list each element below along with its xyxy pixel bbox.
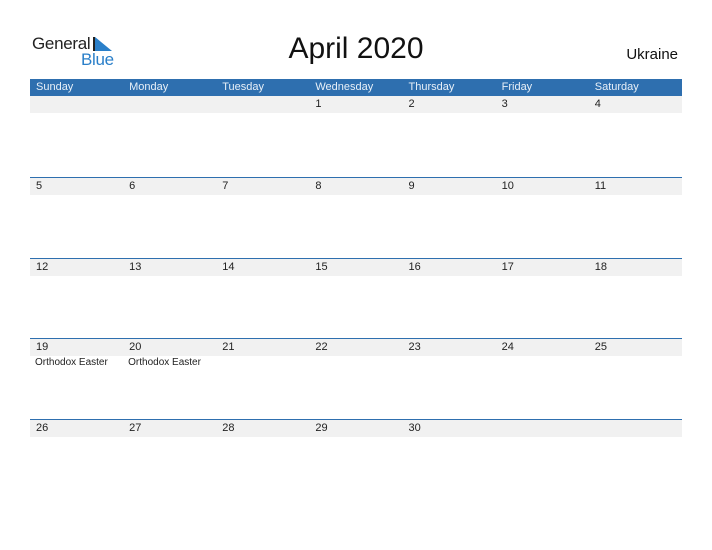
day-number: 3 xyxy=(501,98,508,110)
weekday-sunday: Sunday xyxy=(36,81,74,93)
day-number: 13 xyxy=(129,261,142,273)
day-number: 19 xyxy=(36,341,49,353)
date-band: 5 6 7 8 9 10 11 xyxy=(30,177,682,195)
day-number: 25 xyxy=(594,341,607,353)
date-band: 26 27 28 29 30 xyxy=(30,419,682,437)
day-number: 14 xyxy=(222,261,235,273)
holiday-label: Orthodox Easter xyxy=(35,357,108,368)
day-number: 21 xyxy=(222,341,235,353)
date-band: 1 2 3 4 xyxy=(30,96,682,113)
holiday-label xyxy=(589,356,682,369)
day-number: 5 xyxy=(36,180,43,192)
day-number: 6 xyxy=(129,180,136,192)
day-number xyxy=(589,420,682,437)
country-label: Ukraine xyxy=(626,46,678,63)
holiday-label xyxy=(216,356,309,369)
weekday-wednesday: Wednesday xyxy=(315,81,374,93)
week-row: 12 13 14 15 16 17 18 xyxy=(30,258,682,339)
day-number: 2 xyxy=(408,98,415,110)
day-number: 15 xyxy=(315,261,328,273)
day-number: 20 xyxy=(129,341,142,353)
weekday-friday: Friday xyxy=(501,81,533,93)
day-number: 16 xyxy=(408,261,421,273)
day-number: 22 xyxy=(315,341,328,353)
day-number xyxy=(30,96,123,113)
day-number xyxy=(496,420,589,437)
day-number: 29 xyxy=(315,422,328,434)
holiday-label: Orthodox Easter xyxy=(128,357,201,368)
day-number: 27 xyxy=(129,422,142,434)
day-number: 24 xyxy=(501,341,514,353)
day-number: 30 xyxy=(408,422,421,434)
date-band: 19 20 21 22 23 24 25 xyxy=(30,338,682,356)
day-number: 1 xyxy=(315,98,322,110)
day-number: 28 xyxy=(222,422,235,434)
day-number: 11 xyxy=(594,180,607,192)
day-number xyxy=(123,96,216,113)
week-row: 26 27 28 29 30 xyxy=(30,419,682,500)
holiday-label xyxy=(403,356,496,369)
day-number: 10 xyxy=(501,180,514,192)
day-number: 18 xyxy=(594,261,607,273)
calendar: Sunday Monday Tuesday Wednesday Thursday… xyxy=(30,79,682,437)
day-number: 9 xyxy=(408,180,415,192)
day-number: 23 xyxy=(408,341,421,353)
page-title: April 2020 xyxy=(288,32,424,65)
day-number: 12 xyxy=(36,261,49,273)
events-row: Orthodox Easter Orthodox Easter xyxy=(30,356,682,369)
weekday-tuesday: Tuesday xyxy=(222,81,265,93)
weekday-saturday: Saturday xyxy=(594,81,639,93)
weekday-thursday: Thursday xyxy=(408,81,455,93)
day-number: 26 xyxy=(36,422,49,434)
weekday-monday: Monday xyxy=(129,81,169,93)
date-band: 12 13 14 15 16 17 18 xyxy=(30,258,682,276)
day-number: 8 xyxy=(315,180,322,192)
holiday-label xyxy=(309,356,402,369)
week-row: 1 2 3 4 xyxy=(30,96,682,177)
holiday-label xyxy=(496,356,589,369)
day-number: 17 xyxy=(501,261,514,273)
week-row: 5 6 7 8 9 10 11 xyxy=(30,177,682,258)
day-number: 4 xyxy=(594,98,601,110)
weekday-header: Sunday Monday Tuesday Wednesday Thursday… xyxy=(30,79,682,96)
day-number xyxy=(216,96,309,113)
week-row: 19 20 21 22 23 24 25 Orthodox Easter Orthodox Ea… xyxy=(30,338,682,419)
day-number: 7 xyxy=(222,180,229,192)
